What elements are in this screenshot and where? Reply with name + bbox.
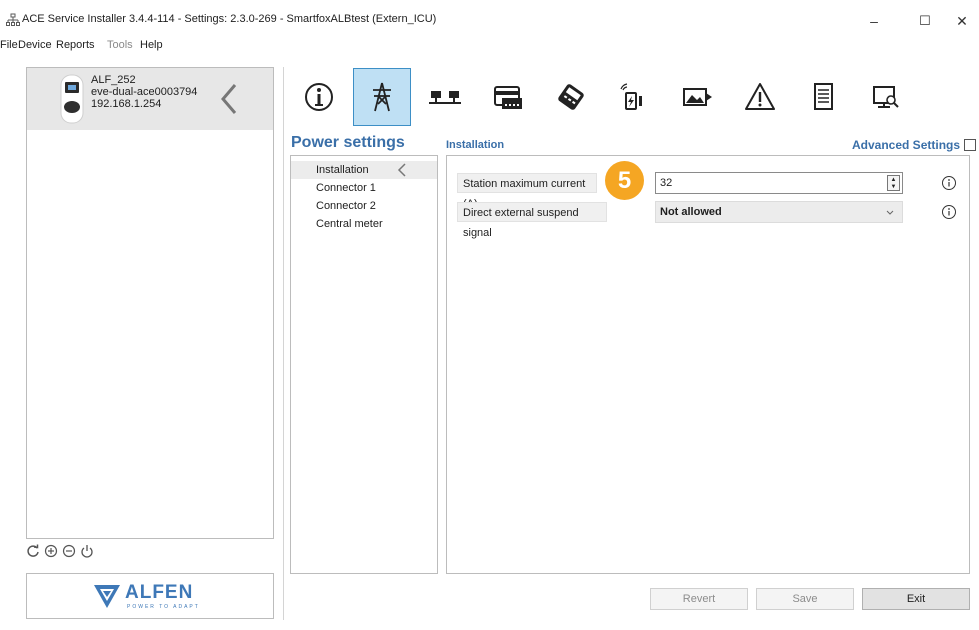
connectors-icon (429, 91, 461, 104)
charger-device-icon (60, 74, 84, 124)
menu-help[interactable]: Help (140, 39, 163, 51)
tab-card-reader[interactable] (479, 68, 537, 126)
max-current-input[interactable]: 32 ▲ ▼ (655, 172, 903, 194)
refresh-icon[interactable] (26, 544, 40, 558)
minimize-button[interactable]: – (857, 8, 891, 34)
device-model: eve-dual-ace0003794 (91, 86, 198, 98)
network-app-icon (6, 13, 20, 26)
document-icon (814, 83, 833, 110)
nav-item-label: Installation (316, 164, 369, 176)
charge-signal-icon (620, 83, 642, 110)
title-bar: ACE Service Installer 3.4.4-114 - Settin… (0, 0, 979, 38)
section-title: Power settings (291, 134, 405, 151)
tab-power-settings[interactable] (353, 68, 411, 126)
tab-document[interactable] (794, 68, 852, 126)
window-title: ACE Service Installer 3.4.4-114 - Settin… (22, 13, 437, 25)
tab-warnings[interactable] (731, 68, 789, 126)
alfen-logo-box: ALFEN POWER TO ADAPT (26, 573, 274, 619)
close-button[interactable]: ✕ (945, 8, 979, 34)
tab-info[interactable] (290, 68, 348, 126)
alfen-logo-icon (94, 585, 120, 608)
suspend-signal-select[interactable]: Not allowed (655, 201, 903, 223)
tab-charge-signal[interactable] (605, 68, 663, 126)
advanced-settings-label: Advanced Settings (852, 138, 961, 152)
warning-icon (745, 83, 775, 110)
exit-button[interactable]: Exit (862, 588, 970, 610)
advanced-settings-toggle[interactable]: Advanced Settings (852, 138, 977, 152)
device-tools (26, 544, 94, 562)
device-ip: 192.168.1.254 (91, 98, 162, 110)
power-tower-icon (373, 82, 391, 112)
revert-button[interactable]: Revert (650, 588, 748, 610)
nav-item-label: Connector 2 (316, 200, 376, 212)
nav-item-connector-1[interactable]: Connector 1 (291, 179, 437, 197)
suspend-signal-label: Direct external suspend signal (457, 202, 607, 239)
tab-diagnostics[interactable] (857, 68, 915, 126)
menu-reports[interactable]: Reports (56, 39, 95, 51)
max-current-label: Station maximum current (A) (457, 173, 597, 210)
remove-icon[interactable] (62, 544, 76, 558)
tab-connectors[interactable] (416, 68, 474, 126)
tab-display-image[interactable] (668, 68, 726, 126)
display-image-icon (683, 88, 712, 106)
nav-item-label: Connector 1 (316, 182, 376, 194)
max-current-spinner[interactable]: ▲ ▼ (887, 175, 900, 191)
nav-item-central-meter[interactable]: Central meter (291, 215, 437, 233)
info-icon[interactable] (941, 204, 957, 220)
alfen-tagline: POWER TO ADAPT (127, 604, 200, 610)
chevron-left-icon (397, 163, 406, 177)
save-button[interactable]: Save (756, 588, 854, 610)
info-icon (305, 83, 333, 111)
menu-file[interactable]: File (0, 39, 18, 51)
nav-item-connector-2[interactable]: Connector 2 (291, 197, 437, 215)
menu-device[interactable]: Device (18, 39, 52, 51)
settings-nav-panel: Installation Connector 1 Connector 2 Cen… (290, 155, 438, 574)
device-info: ALF_252 eve-dual-ace0003794 192.168.1.25… (91, 74, 197, 110)
step-number-badge: 5 (605, 161, 644, 200)
maximize-button[interactable]: ☐ (908, 8, 942, 34)
device-list-item[interactable]: ALF_252 eve-dual-ace0003794 192.168.1.25… (27, 68, 273, 130)
nav-item-installation[interactable]: Installation (291, 161, 437, 179)
add-icon[interactable] (44, 544, 58, 558)
advanced-settings-checkbox[interactable] (964, 139, 977, 151)
tab-payment[interactable] (542, 68, 600, 126)
monitor-search-icon (873, 86, 899, 108)
page-subtitle: Installation (446, 139, 505, 151)
info-icon[interactable] (941, 175, 957, 191)
panel-divider (283, 67, 284, 620)
payment-icon (558, 84, 584, 110)
installation-settings-panel: Station maximum current (A) 32 ▲ ▼ Direc… (446, 155, 970, 574)
device-name: ALF_252 (91, 74, 136, 86)
menu-tools[interactable]: Tools (107, 39, 133, 51)
chevron-down-icon (886, 210, 894, 215)
max-current-value: 32 (660, 177, 673, 189)
card-reader-icon (494, 86, 522, 109)
menu-bar: File Device Reports Tools Help (0, 38, 979, 54)
nav-item-label: Central meter (316, 218, 383, 230)
power-icon[interactable] (80, 544, 94, 558)
spin-down-icon[interactable]: ▼ (888, 183, 899, 190)
collapse-chevron-icon[interactable] (217, 82, 241, 116)
suspend-signal-value: Not allowed (660, 206, 722, 218)
device-list-panel: ALF_252 eve-dual-ace0003794 192.168.1.25… (26, 67, 274, 539)
alfen-logo-text: ALFEN (125, 582, 194, 603)
spin-up-icon[interactable]: ▲ (888, 176, 899, 183)
